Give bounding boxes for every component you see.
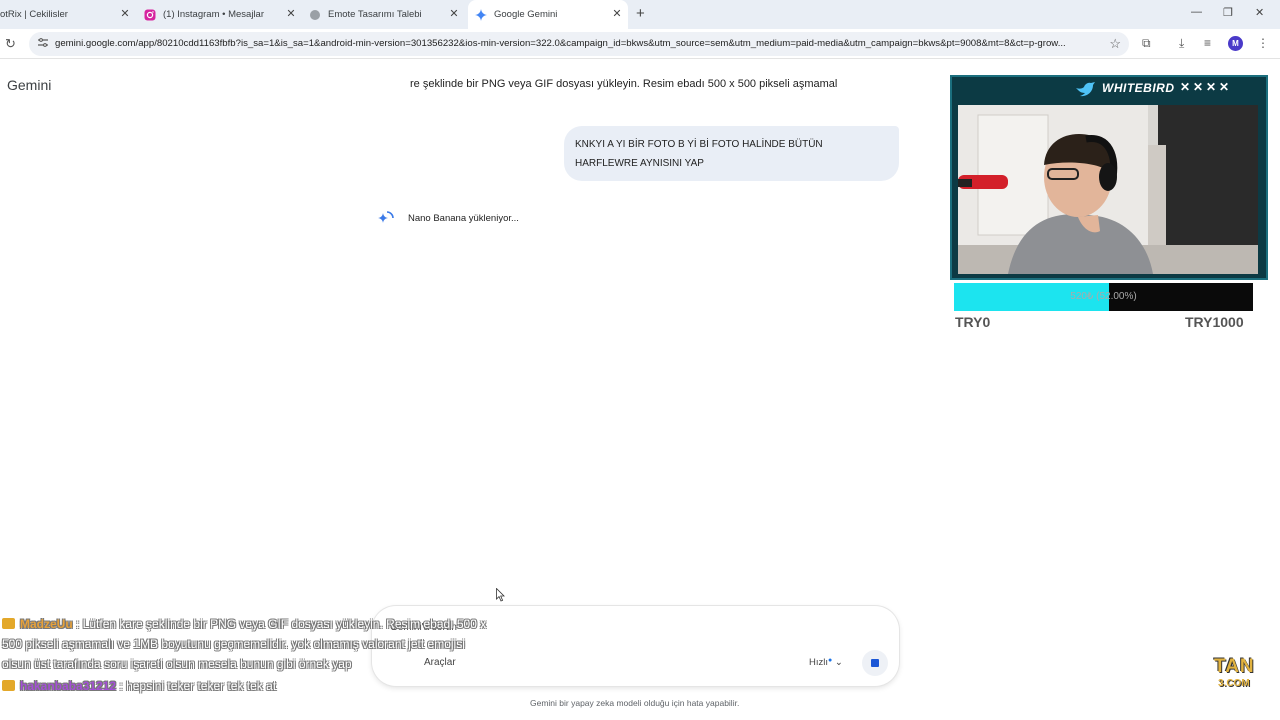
tab-cekilisler[interactable]: otRix | Cekilisler ✕ [0, 0, 132, 29]
tab-gemini[interactable]: Google Gemini ✕ [468, 0, 628, 29]
chat-username: MadzeUu [20, 617, 73, 631]
bird-icon [1076, 82, 1095, 97]
model-speed-selector[interactable]: Hızlı● ⌄ [809, 657, 843, 668]
download-icon[interactable]: ⤓ [1179, 36, 1184, 51]
globe-icon [310, 9, 320, 20]
address-bar[interactable]: gemini.google.com/app/80210cdd1163fbfb?i… [29, 32, 1129, 56]
tab-strip: otRix | Cekilisler ✕ (1) Instagram • Mes… [0, 0, 1280, 29]
close-icon: ✕ [1206, 80, 1217, 94]
close-icon[interactable]: ✕ [447, 7, 461, 20]
chat-text: : Lütfen kare şeklinde bir PNG veya GIF … [2, 617, 487, 671]
disclaimer-text: Gemini bir yapay zeka modeli olduğu için… [530, 698, 740, 708]
mouse-cursor-icon [496, 588, 505, 602]
indicator-dot-icon: ● [828, 657, 833, 664]
logo-top: TAN [1214, 656, 1255, 677]
user-message-line: HARFLEWRE AYNISINI YAP [575, 158, 704, 169]
close-icon[interactable]: ✕ [118, 7, 132, 20]
new-tab-icon[interactable]: + [636, 5, 645, 22]
donation-goal-bar: 520₺ (52.00%) [954, 283, 1253, 311]
tab-instagram[interactable]: (1) Instagram • Mesajlar ✕ [144, 0, 298, 29]
stop-generation-button[interactable] [862, 650, 888, 676]
reload-icon[interactable]: ↻ [5, 36, 16, 52]
loading-text: Nano Banana yükleniyor... [408, 212, 519, 224]
logo-bottom: 3.COM [1218, 678, 1250, 689]
chat-badge-icon [2, 680, 15, 691]
close-icon: ✕ [1219, 80, 1230, 94]
streamer-logo: TAN 3.COM [1214, 656, 1266, 694]
menu-icon[interactable]: ⋮ [1257, 36, 1269, 50]
extensions-icon[interactable]: ⧉ [1142, 36, 1151, 51]
gemini-spark-icon [378, 211, 394, 223]
speed-label: Hızlı [809, 657, 828, 668]
chat-badge-icon [2, 618, 15, 629]
webcam-brand: WHITEBIRD [1102, 81, 1175, 95]
tab-title: Emote Tasarımı Talebi [328, 9, 422, 20]
loading-indicator: Nano Banana yükleniyor... [378, 210, 519, 226]
previous-response-text: re şeklinde bir PNG veya GIF dosyası yük… [410, 78, 838, 90]
goal-progress-text: 520₺ (52.00%) [1070, 291, 1137, 302]
stream-chat: MadzeUu : Lütfen kare şeklinde bir PNG v… [2, 614, 492, 698]
instagram-icon [144, 9, 156, 20]
profile-avatar[interactable]: M [1228, 36, 1243, 51]
site-info-icon[interactable] [37, 37, 49, 49]
close-icon: ✕ [1180, 80, 1191, 94]
tab-title: otRix | Cekilisler [0, 9, 68, 20]
close-icon: ✕ [1193, 80, 1204, 94]
user-message-bubble: KNKYI A YI BİR FOTO B Yİ Bİ FOTO HALİNDE… [564, 126, 899, 181]
chat-username: hakanbaba31212 [20, 679, 117, 693]
minimize-icon[interactable]: — [1191, 6, 1202, 18]
tab-title: Google Gemini [494, 9, 558, 20]
webcam-feed [958, 105, 1258, 274]
user-message-line: KNKYI A YI BİR FOTO B Yİ Bİ FOTO HALİNDE… [575, 139, 823, 150]
stop-icon [871, 659, 879, 667]
webcam-overlay: WHITEBIRD ✕ ✕ ✕ ✕ [950, 75, 1268, 280]
chat-message: hakanbaba31212 : hepsini teker teker tek… [2, 676, 492, 696]
window-close-icon[interactable]: ✕ [1255, 6, 1264, 19]
browser-toolbar: ↻ gemini.google.com/app/80210cdd1163fbfb… [0, 29, 1280, 59]
tab-emote[interactable]: Emote Tasarımı Talebi ✕ [309, 0, 461, 29]
close-icon[interactable]: ✕ [284, 7, 298, 20]
chat-message: MadzeUu : Lütfen kare şeklinde bir PNG v… [2, 614, 492, 674]
chevron-down-icon: ⌄ [834, 657, 843, 668]
url-text: gemini.google.com/app/80210cdd1163fbfb?i… [55, 38, 1066, 49]
chat-text: : hepsini teker teker tek tek at [119, 679, 277, 693]
page-title[interactable]: Gemini [7, 77, 51, 93]
bookmark-star-icon[interactable]: ☆ [1109, 36, 1121, 52]
tab-title: (1) Instagram • Mesajlar [163, 9, 264, 20]
goal-min-label: TRY0 [955, 314, 991, 330]
close-icon[interactable]: ✕ [610, 7, 624, 20]
maximize-icon[interactable]: ❐ [1223, 6, 1233, 19]
media-control-icon[interactable]: ≡ [1204, 36, 1211, 50]
goal-max-label: TRY1000 [1185, 314, 1244, 330]
gemini-icon [475, 8, 487, 21]
